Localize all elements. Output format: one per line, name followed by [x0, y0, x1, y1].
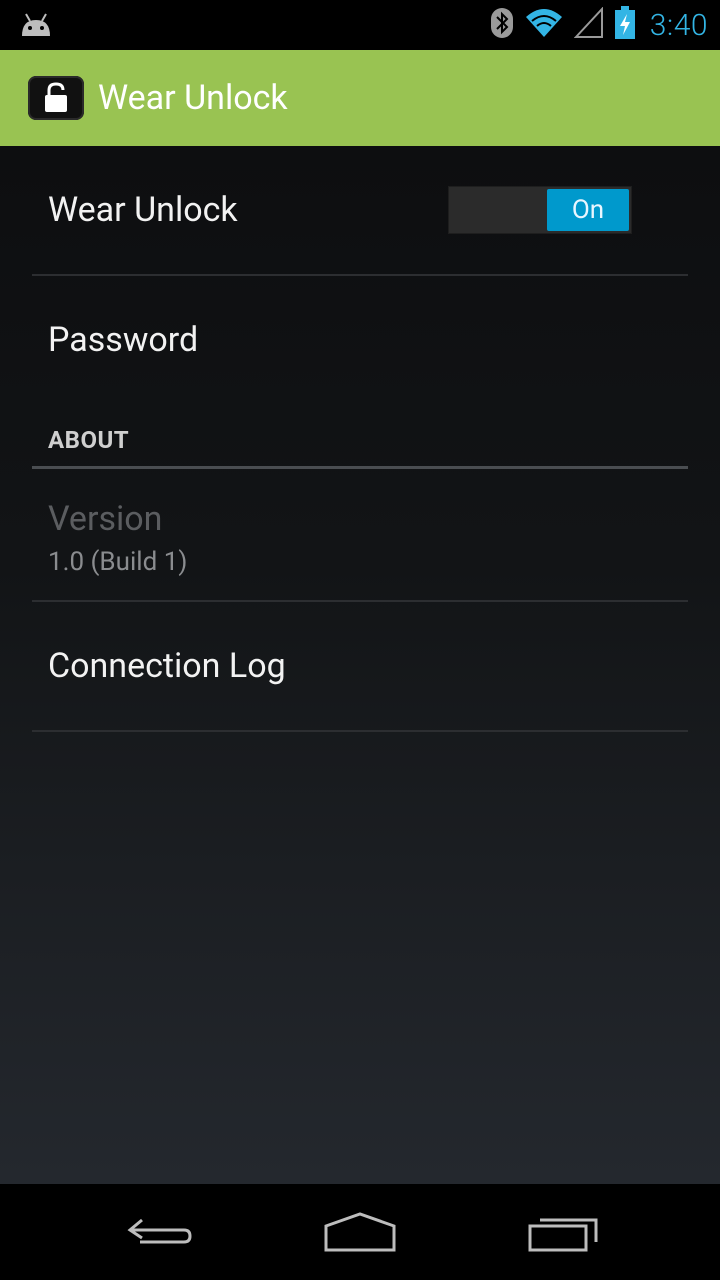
back-icon[interactable] [124, 1208, 196, 1262]
wear-unlock-row[interactable]: Wear Unlock On [32, 146, 688, 274]
preferences-list: Wear Unlock On Password ABOUT Version 1.… [0, 146, 720, 1184]
action-bar: Wear Unlock [0, 50, 720, 146]
connection-log-row[interactable]: Connection Log [32, 602, 688, 730]
connection-log-title: Connection Log [48, 646, 286, 686]
battery-charging-icon [614, 6, 636, 44]
password-title: Password [48, 320, 199, 360]
bluetooth-icon [490, 7, 514, 43]
status-clock: 3:40 [649, 7, 708, 43]
recents-icon[interactable] [526, 1208, 602, 1262]
wear-unlock-switch[interactable]: On [448, 186, 632, 234]
navigation-bar [0, 1184, 720, 1280]
wifi-icon [524, 7, 564, 43]
divider [32, 730, 688, 732]
wear-unlock-title: Wear Unlock [48, 190, 238, 230]
status-bar: 3:40 [0, 0, 720, 50]
home-icon[interactable] [322, 1208, 398, 1262]
version-title: Version [48, 499, 163, 539]
version-row: Version 1.0 (Build 1) [32, 469, 688, 599]
signal-icon [573, 6, 604, 43]
switch-label: On [571, 195, 605, 225]
android-debug-icon [18, 12, 54, 42]
unlock-icon[interactable] [28, 76, 84, 120]
password-row[interactable]: Password [32, 276, 688, 402]
about-category-label: ABOUT [48, 426, 130, 454]
app-title: Wear Unlock [98, 78, 288, 118]
switch-thumb: On [547, 189, 629, 231]
version-summary: 1.0 (Build 1) [48, 547, 188, 577]
